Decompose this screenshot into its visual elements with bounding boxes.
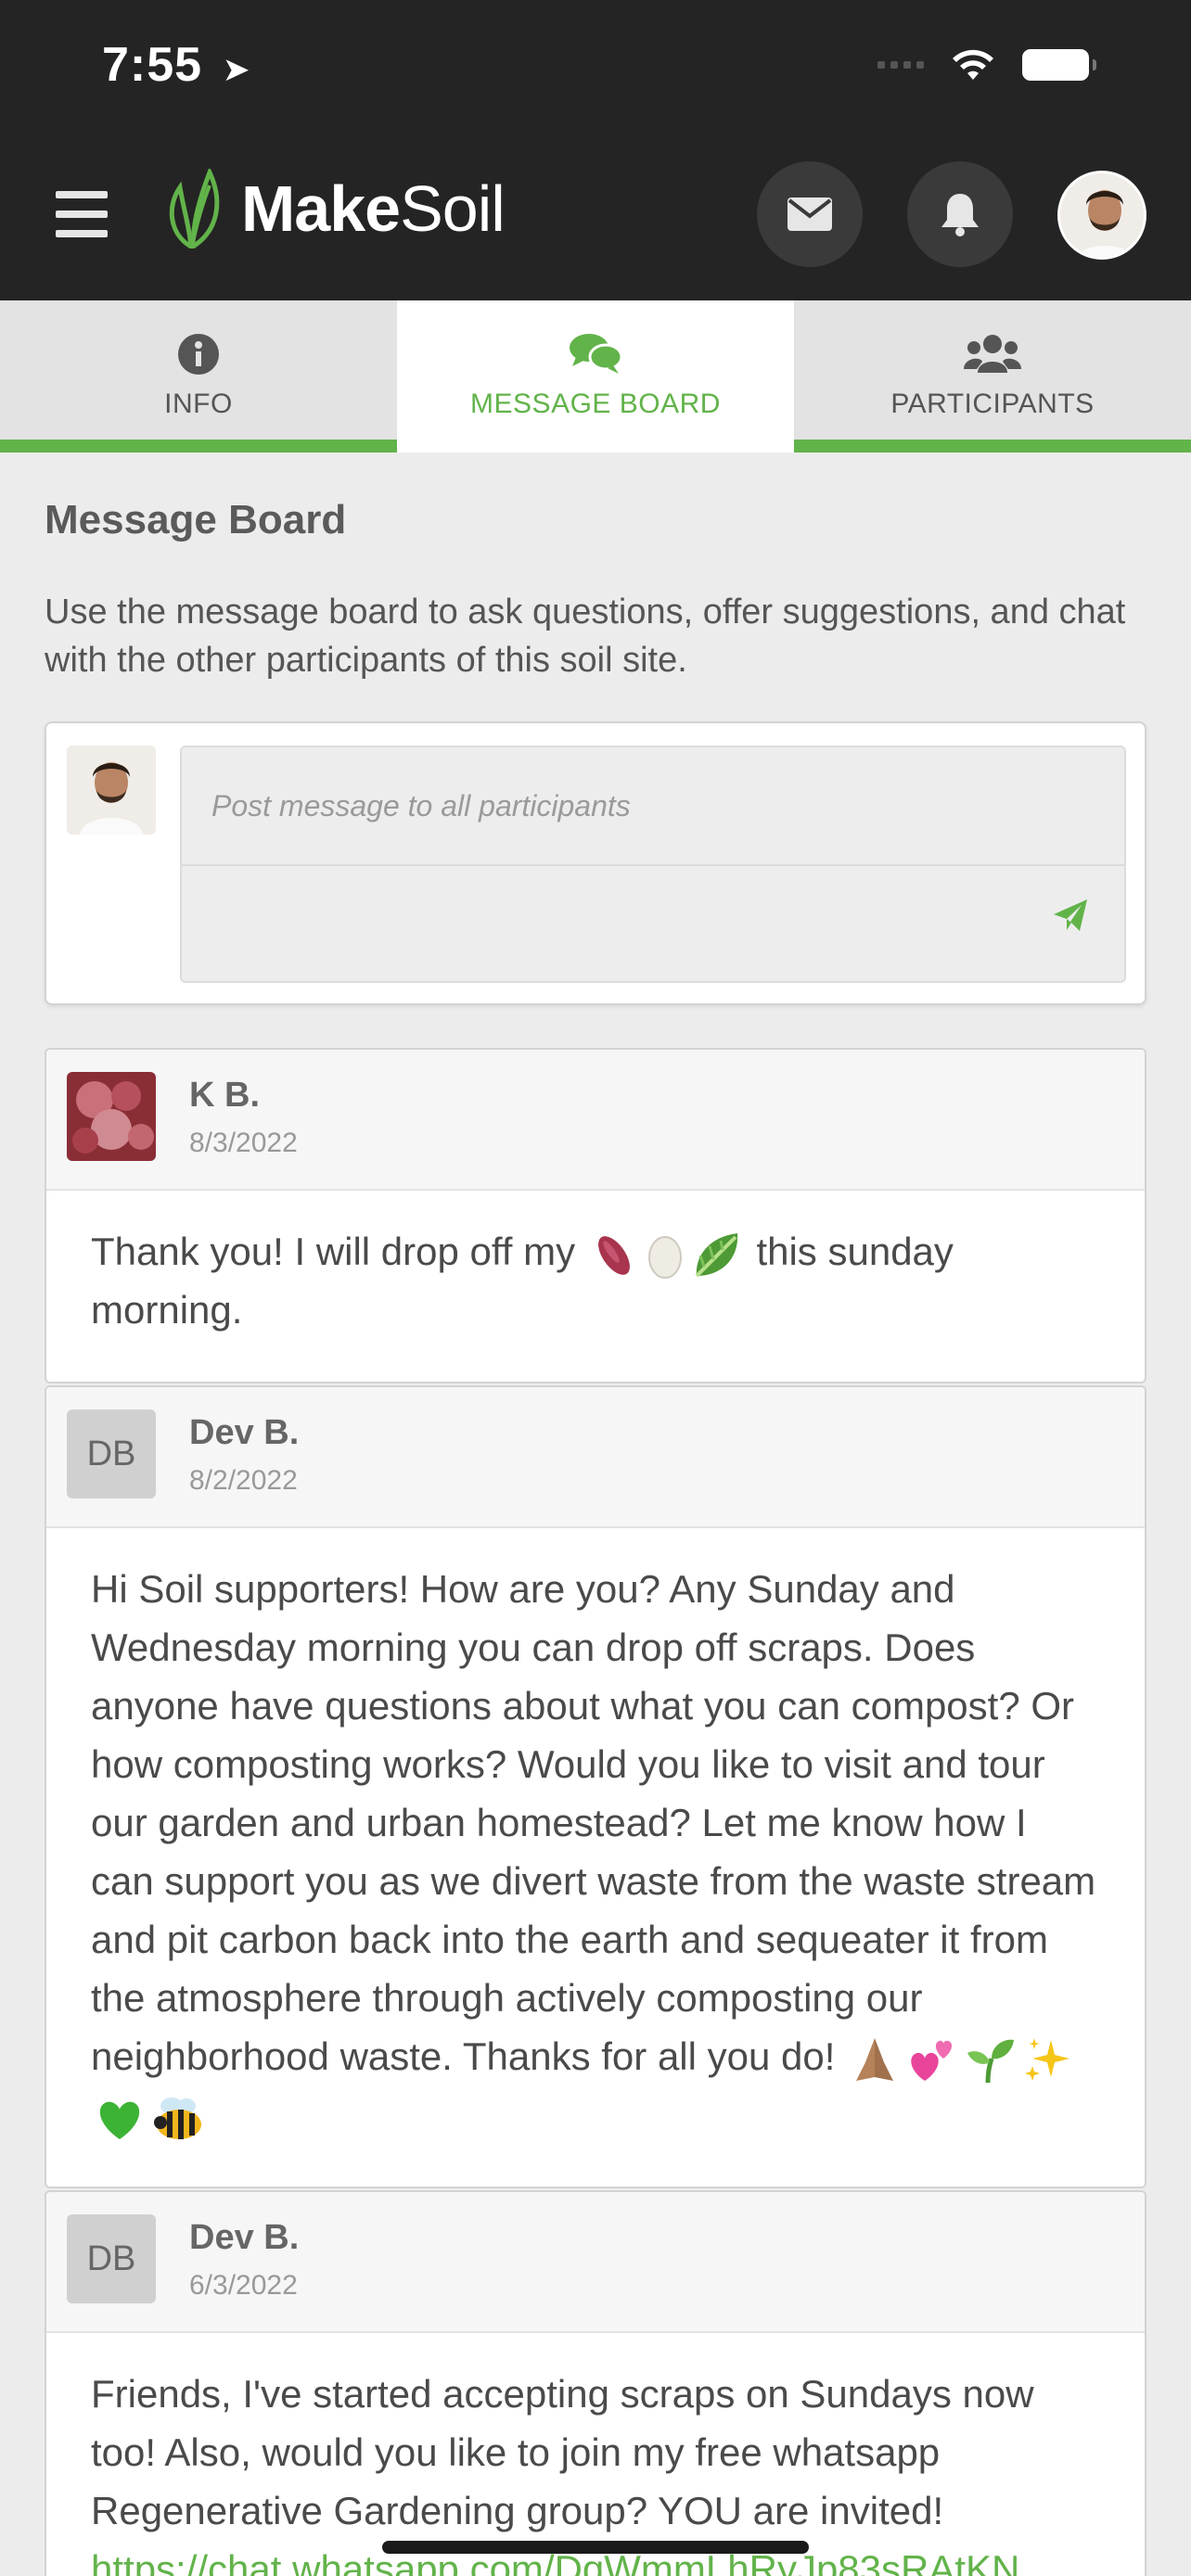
wifi-icon <box>950 48 996 82</box>
sweet-potato-emoji <box>597 1236 630 1275</box>
cellular-signal-icon <box>877 61 924 69</box>
time-text: 7:55 <box>102 38 203 92</box>
post-author: Dev B. <box>189 1413 300 1452</box>
envelope-icon <box>788 198 832 231</box>
tab-message-board-label: MESSAGE BOARD <box>470 389 721 419</box>
post-date: 8/2/2022 <box>189 1465 298 1496</box>
post-avatar[interactable]: DB <box>67 1409 156 1498</box>
notifications-button[interactable] <box>907 161 1013 267</box>
status-time: 7:55 ➤ <box>102 37 251 93</box>
tab-info-label: INFO <box>164 389 233 419</box>
status-icons <box>877 48 1096 82</box>
leaf-logo-icon <box>169 169 220 249</box>
post-body: Thank you! I will drop off my this sunda… <box>46 1191 1145 1339</box>
page-title: Message Board <box>45 497 347 542</box>
post-avatar[interactable] <box>67 1072 156 1161</box>
post-text: Thank you! I will drop off my <box>91 1230 586 1273</box>
tab-participants[interactable]: PARTICIPANTS <box>794 300 1191 453</box>
post-author: Dev B. <box>189 2218 300 2257</box>
post-body: Hi Soil supporters! How are you? Any Sun… <box>46 1528 1145 2144</box>
post-text: Hi Soil supporters! How are you? Any Sun… <box>91 1567 1096 2078</box>
seedling-emoji <box>967 2039 1015 2083</box>
two-hearts-emoji <box>911 2040 953 2081</box>
page-description: Use the message board to ask questions, … <box>45 593 1126 680</box>
battery-icon <box>1022 49 1096 81</box>
post-author: K B. <box>189 1076 260 1115</box>
tab-message-board[interactable]: MESSAGE BOARD <box>397 300 794 453</box>
message-post: DB Dev B. 6/3/2022 Friends, I've started… <box>45 2190 1146 2576</box>
logo-text: MakeSoil <box>241 172 506 245</box>
tab-participants-label: PARTICIPANTS <box>890 389 1095 419</box>
composer-box <box>180 746 1126 983</box>
user-avatar[interactable] <box>1057 171 1146 260</box>
post-header: DB Dev B. 8/2/2022 <box>46 1387 1145 1528</box>
post-date: 8/3/2022 <box>189 1128 298 1158</box>
paper-plane-icon <box>1054 899 1087 931</box>
message-post: K B. 8/3/2022 Thank you! I will drop off… <box>45 1048 1146 1384</box>
composer-avatar <box>67 746 156 835</box>
bee-emoji <box>154 2097 201 2139</box>
green-heart-emoji <box>99 2101 140 2139</box>
egg-emoji <box>647 1235 682 1279</box>
users-icon <box>964 335 1021 373</box>
post-avatar[interactable]: DB <box>67 2214 156 2303</box>
message-post: DB Dev B. 8/2/2022 Hi Soil supporters! H… <box>45 1385 1146 2188</box>
tab-info[interactable]: INFO <box>0 300 397 453</box>
location-arrow-icon: ➤ <box>222 50 251 88</box>
message-composer <box>45 721 1146 1005</box>
comments-icon <box>570 334 622 374</box>
leafy-green-emoji <box>695 1232 737 1278</box>
send-button[interactable] <box>1054 899 1087 936</box>
messages-button[interactable] <box>757 161 863 267</box>
bell-icon <box>941 194 979 236</box>
home-indicator[interactable] <box>382 2541 809 2554</box>
makesoil-logo[interactable]: MakeSoil <box>163 169 506 249</box>
post-text: Friends, I've started accepting scraps o… <box>91 2372 1034 2532</box>
tab-bar: INFO MESSAGE BOARD PARTICIPANTS <box>0 300 1191 453</box>
post-header: DB Dev B. 6/3/2022 <box>46 2192 1145 2333</box>
post-date: 6/3/2022 <box>189 2270 298 2301</box>
status-bar: 7:55 ➤ <box>0 0 1191 139</box>
message-input[interactable] <box>182 747 1124 866</box>
menu-icon[interactable] <box>56 191 108 237</box>
app-header: MakeSoil <box>0 139 1191 300</box>
folded-hands-emoji <box>856 2037 894 2081</box>
sparkles-emoji <box>1025 2037 1070 2081</box>
post-body: Friends, I've started accepting scraps o… <box>46 2333 1145 2576</box>
info-circle-icon <box>178 334 219 375</box>
post-header: K B. 8/3/2022 <box>46 1050 1145 1191</box>
